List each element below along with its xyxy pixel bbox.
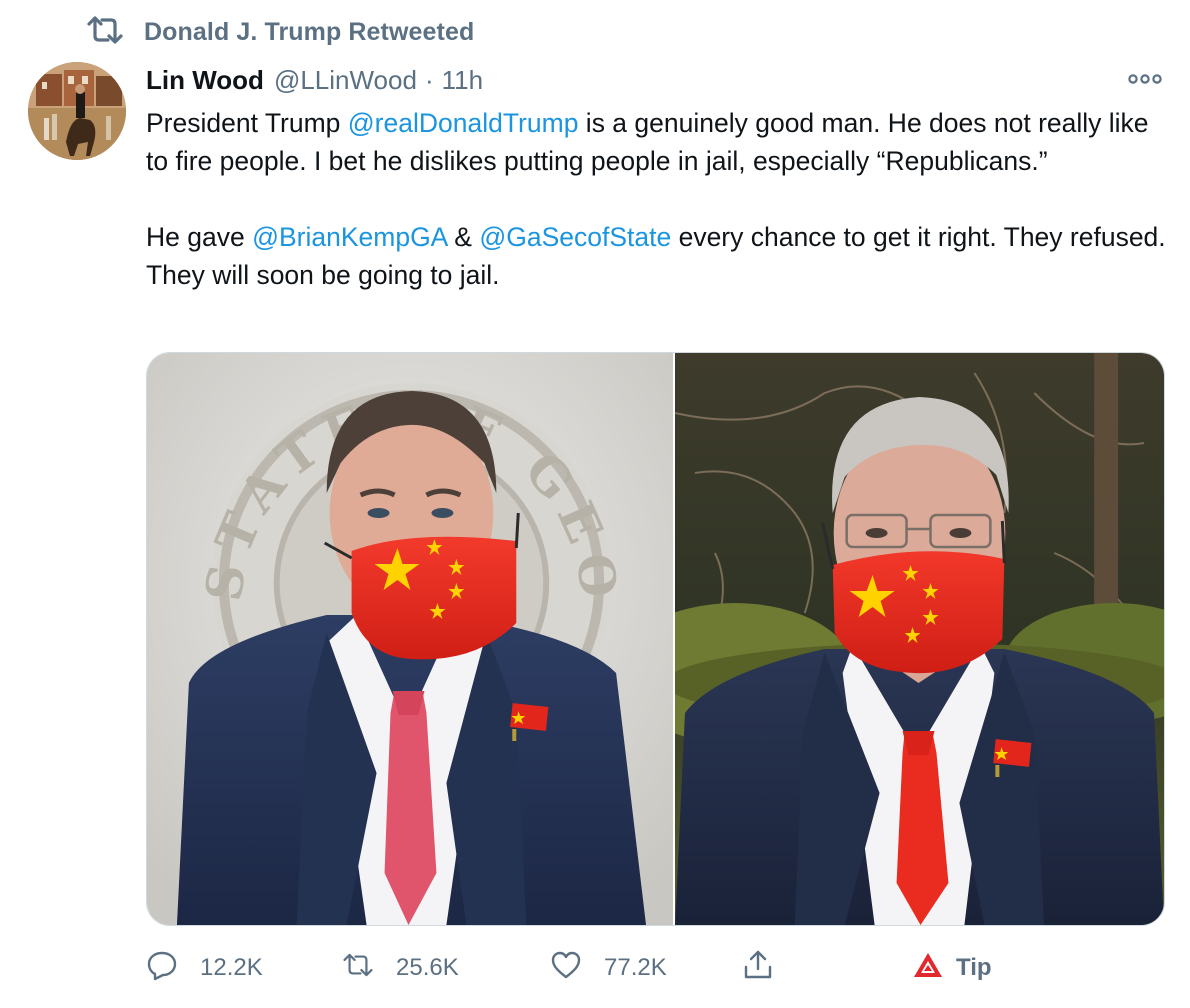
mention-gasecofstate[interactable]: @GaSecofState [479, 222, 671, 252]
text-run: He gave [146, 222, 253, 252]
retweet-icon [342, 949, 374, 988]
retweet-icon [86, 15, 124, 50]
tip-label: Tip [956, 954, 992, 981]
heart-icon [550, 949, 582, 988]
reply-button[interactable]: 12.2K [146, 946, 263, 990]
tweet-paragraph-1: President Trump @realDonaldTrump is a ge… [146, 104, 1176, 180]
mention-briankempga[interactable]: @BrianKempGA [252, 222, 447, 252]
tweet-paragraph-2: He gave @BrianKempGA & @GaSecofState eve… [146, 218, 1176, 294]
avatar[interactable] [28, 62, 126, 160]
text-run: & [446, 222, 480, 252]
retweet-count: 25.6K [396, 954, 459, 981]
tweet-media[interactable]: STATE OF GEORGIA [146, 352, 1165, 926]
author-name[interactable]: Lin Wood [146, 65, 264, 96]
tweet-header: Lin Wood @LLinWood · 11h [146, 60, 483, 100]
reply-count: 12.2K [200, 954, 263, 981]
mention-realdonaldtrump[interactable]: @realDonaldTrump [348, 108, 579, 138]
tweet-actions: 12.2K 25.6K 77.2K Tip [146, 946, 1046, 990]
share-icon [742, 949, 774, 988]
reply-icon [146, 949, 178, 988]
header-separator: · [424, 64, 434, 95]
retweet-button[interactable]: 25.6K [342, 946, 459, 990]
tweet-text: President Trump @realDonaldTrump is a ge… [146, 104, 1176, 294]
more-icon [1128, 72, 1162, 90]
retweet-label: Donald J. Trump Retweeted [144, 17, 475, 46]
like-button[interactable]: 77.2K [550, 946, 667, 990]
media-photo-left[interactable]: STATE OF GEORGIA [147, 353, 673, 925]
author-handle[interactable]: @LLinWood [274, 65, 417, 96]
tip-button[interactable]: Tip [912, 946, 992, 990]
more-button[interactable] [1122, 66, 1168, 96]
tip-icon [912, 949, 944, 988]
text-run: President Trump [146, 108, 348, 138]
tweet-timestamp[interactable]: 11h [442, 65, 483, 96]
like-count: 77.2K [604, 954, 667, 981]
retweet-context[interactable]: Donald J. Trump Retweeted [86, 14, 474, 50]
share-button[interactable] [742, 946, 774, 990]
media-photo-right[interactable] [672, 353, 1164, 925]
